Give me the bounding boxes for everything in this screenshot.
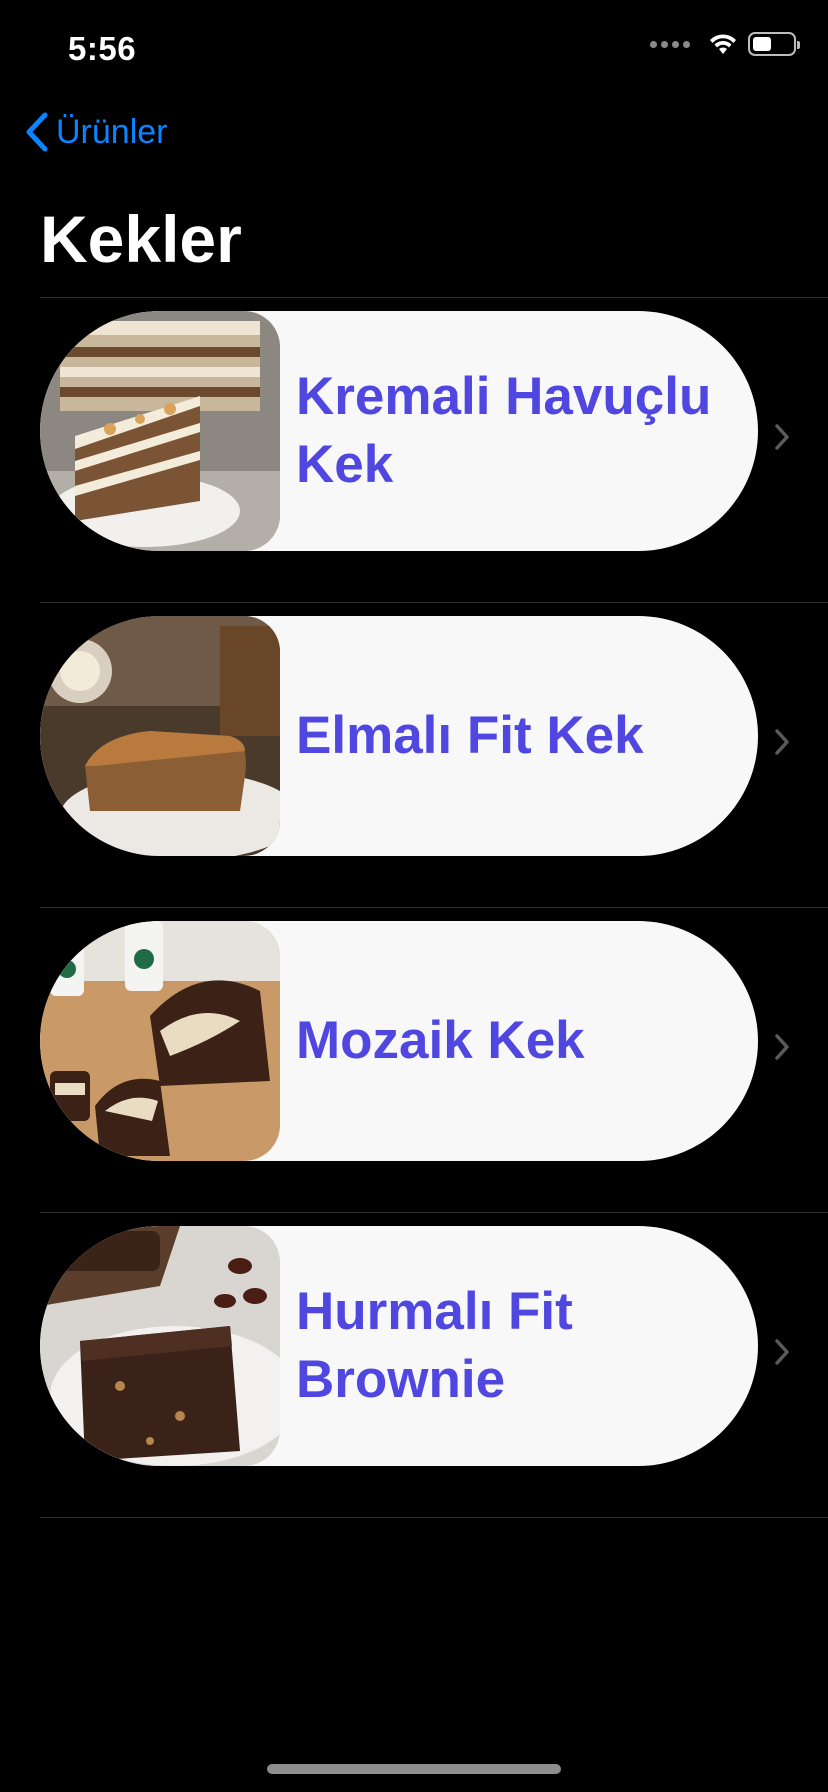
chevron-right-icon xyxy=(775,424,789,450)
chevron-right-icon xyxy=(775,729,789,755)
product-card: Hurmalı Fit Brownie xyxy=(40,1226,758,1466)
product-card: Elmalı Fit Kek xyxy=(40,616,758,856)
product-card: Mozaik Kek xyxy=(40,921,758,1161)
list-item[interactable]: Kremali Havuçlu Kek xyxy=(40,298,828,602)
product-card: Kremali Havuçlu Kek xyxy=(40,311,758,551)
chevron-right-icon xyxy=(775,1034,789,1060)
list-item[interactable]: Mozaik Kek xyxy=(40,908,828,1212)
chevron-left-icon xyxy=(26,112,48,152)
product-list: Kremali Havuçlu Kek Elmalı Fit Kek Mozai… xyxy=(40,297,828,1518)
product-title: Hurmalı Fit Brownie xyxy=(296,1282,573,1409)
status-indicators xyxy=(650,32,800,56)
carrot-cake-image xyxy=(40,311,280,551)
status-bar: 5:56 xyxy=(0,0,828,100)
chevron-right-icon xyxy=(775,1339,789,1365)
date-brownie-image xyxy=(40,1226,280,1466)
product-title: Elmalı Fit Kek xyxy=(296,706,644,765)
list-item[interactable]: Hurmalı Fit Brownie xyxy=(40,1213,828,1517)
back-button-label: Ürünler xyxy=(56,112,168,151)
mosaic-cake-image xyxy=(40,921,280,1161)
page-title: Kekler xyxy=(40,202,242,276)
status-time: 5:56 xyxy=(68,30,137,67)
battery-icon xyxy=(748,32,800,56)
home-indicator[interactable] xyxy=(267,1764,561,1774)
product-title: Kremali Havuçlu Kek xyxy=(296,367,712,494)
wifi-icon xyxy=(710,34,736,54)
divider xyxy=(40,1517,828,1518)
product-title: Mozaik Kek xyxy=(296,1011,585,1070)
apple-cake-image xyxy=(40,616,280,856)
cellular-signal-icon xyxy=(650,40,690,48)
back-button[interactable]: Ürünler xyxy=(24,108,167,156)
list-item[interactable]: Elmalı Fit Kek xyxy=(40,603,828,907)
